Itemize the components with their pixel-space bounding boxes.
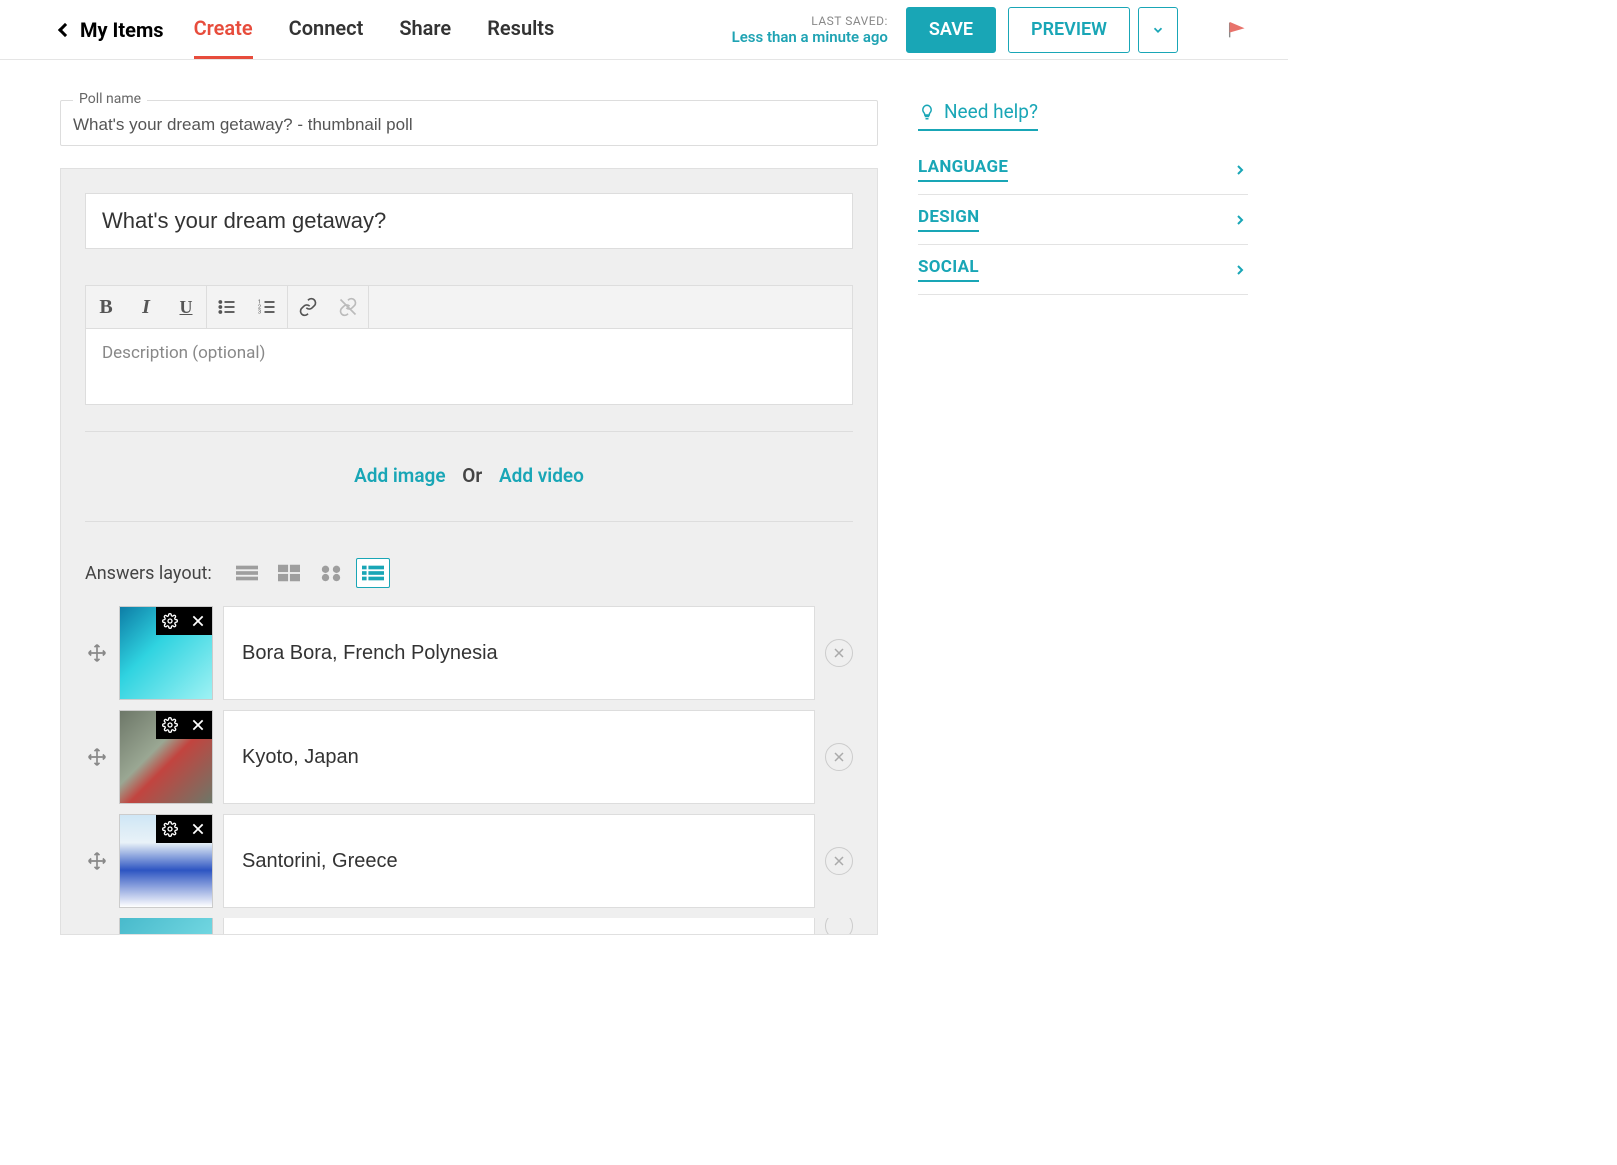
last-saved: LAST SAVED: Less than a minute ago — [732, 14, 888, 46]
answer-thumbnail[interactable] — [119, 606, 213, 700]
preview-button[interactable]: PREVIEW — [1008, 7, 1130, 53]
tab-connect[interactable]: Connect — [289, 0, 364, 59]
layout-option-list[interactable] — [230, 558, 264, 588]
chevron-right-icon — [1232, 262, 1248, 278]
editor-card: B I U 123 — [60, 168, 878, 935]
close-icon — [191, 718, 205, 732]
or-label: Or — [462, 464, 482, 487]
thumbnail-settings-button[interactable] — [156, 607, 184, 635]
remove-answer-button[interactable] — [825, 847, 853, 875]
poll-name-field: Poll name — [60, 100, 878, 146]
chevron-left-icon — [58, 22, 72, 36]
my-items-link[interactable]: My Items — [60, 18, 164, 42]
gear-icon — [162, 717, 178, 733]
thumbnail-remove-button[interactable] — [184, 815, 212, 843]
thumbnail-remove-button[interactable] — [184, 607, 212, 635]
answer-text-input[interactable] — [223, 710, 815, 804]
add-video-link[interactable]: Add video — [499, 464, 584, 487]
answer-thumbnail[interactable] — [119, 710, 213, 804]
thumbnail-settings-button[interactable] — [156, 711, 184, 739]
side-item-social[interactable]: SOCIAL — [918, 245, 1248, 295]
add-media-row: Add image Or Add video — [85, 458, 853, 495]
add-image-link[interactable]: Add image — [354, 464, 445, 487]
thumbnail-remove-button[interactable] — [184, 711, 212, 739]
top-bar: My Items Create Connect Share Results LA… — [0, 0, 1288, 60]
chevron-down-icon — [1151, 23, 1165, 37]
thumbnail-settings-button[interactable] — [156, 815, 184, 843]
poll-name-legend: Poll name — [73, 91, 147, 107]
answer-text-input[interactable] — [223, 918, 815, 934]
drag-handle[interactable] — [85, 851, 109, 871]
side-item-label: DESIGN — [918, 207, 979, 232]
description-input[interactable]: Description (optional) — [85, 329, 853, 405]
ordered-list-button[interactable]: 123 — [247, 286, 287, 328]
lightbulb-icon — [918, 103, 936, 121]
poll-name-input[interactable] — [61, 101, 877, 145]
unlink-button — [328, 286, 368, 328]
side-item-label: LANGUAGE — [918, 157, 1008, 182]
answers-list — [85, 606, 853, 934]
tab-results[interactable]: Results — [487, 0, 554, 59]
remove-answer-button[interactable] — [825, 743, 853, 771]
close-icon — [833, 751, 845, 763]
close-icon — [833, 647, 845, 659]
last-saved-label: LAST SAVED: — [732, 14, 888, 28]
gear-icon — [162, 613, 178, 629]
side-item-language[interactable]: LANGUAGE — [918, 145, 1248, 195]
remove-answer-button[interactable] — [825, 639, 853, 667]
need-help-link[interactable]: Need help? — [918, 100, 1038, 131]
answer-row — [85, 710, 853, 804]
answer-thumbnail[interactable] — [119, 814, 213, 908]
answer-row — [85, 814, 853, 908]
bold-button[interactable]: B — [86, 286, 126, 328]
answers-layout-row: Answers layout: — [85, 548, 853, 606]
chevron-right-icon — [1232, 212, 1248, 228]
layout-option-grid[interactable] — [272, 558, 306, 588]
answer-thumbnail[interactable] — [119, 918, 213, 934]
remove-answer-button[interactable] — [825, 918, 853, 934]
rte-toolbar: B I U 123 — [85, 285, 853, 329]
layout-option-circles[interactable] — [314, 558, 348, 588]
answer-row — [85, 606, 853, 700]
close-icon — [833, 855, 845, 867]
link-button[interactable] — [288, 286, 328, 328]
chevron-right-icon — [1232, 162, 1248, 178]
need-help-label: Need help? — [944, 100, 1038, 123]
layout-option-thumbnail-list[interactable] — [356, 558, 390, 588]
last-saved-time[interactable]: Less than a minute ago — [732, 28, 888, 46]
my-items-label: My Items — [80, 18, 164, 42]
description-editor: B I U 123 — [85, 285, 853, 405]
tab-create[interactable]: Create — [194, 0, 253, 59]
preview-dropdown-button[interactable] — [1138, 7, 1178, 53]
tab-share[interactable]: Share — [399, 0, 451, 59]
bullet-list-button[interactable] — [207, 286, 247, 328]
gear-icon — [162, 821, 178, 837]
save-button[interactable]: SAVE — [906, 7, 996, 53]
svg-text:3: 3 — [258, 310, 261, 316]
side-item-label: SOCIAL — [918, 257, 979, 282]
italic-button[interactable]: I — [126, 286, 166, 328]
close-icon — [191, 822, 205, 836]
underline-button[interactable]: U — [166, 286, 206, 328]
answer-text-input[interactable] — [223, 606, 815, 700]
poll-title-input[interactable] — [85, 193, 853, 249]
answer-row — [85, 918, 853, 934]
tabs: Create Connect Share Results — [194, 0, 555, 59]
drag-handle[interactable] — [85, 643, 109, 663]
brand-icon — [1226, 19, 1248, 41]
answers-layout-label: Answers layout: — [85, 563, 212, 584]
answer-text-input[interactable] — [223, 814, 815, 908]
side-item-design[interactable]: DESIGN — [918, 195, 1248, 245]
close-icon — [191, 614, 205, 628]
drag-handle[interactable] — [85, 747, 109, 767]
